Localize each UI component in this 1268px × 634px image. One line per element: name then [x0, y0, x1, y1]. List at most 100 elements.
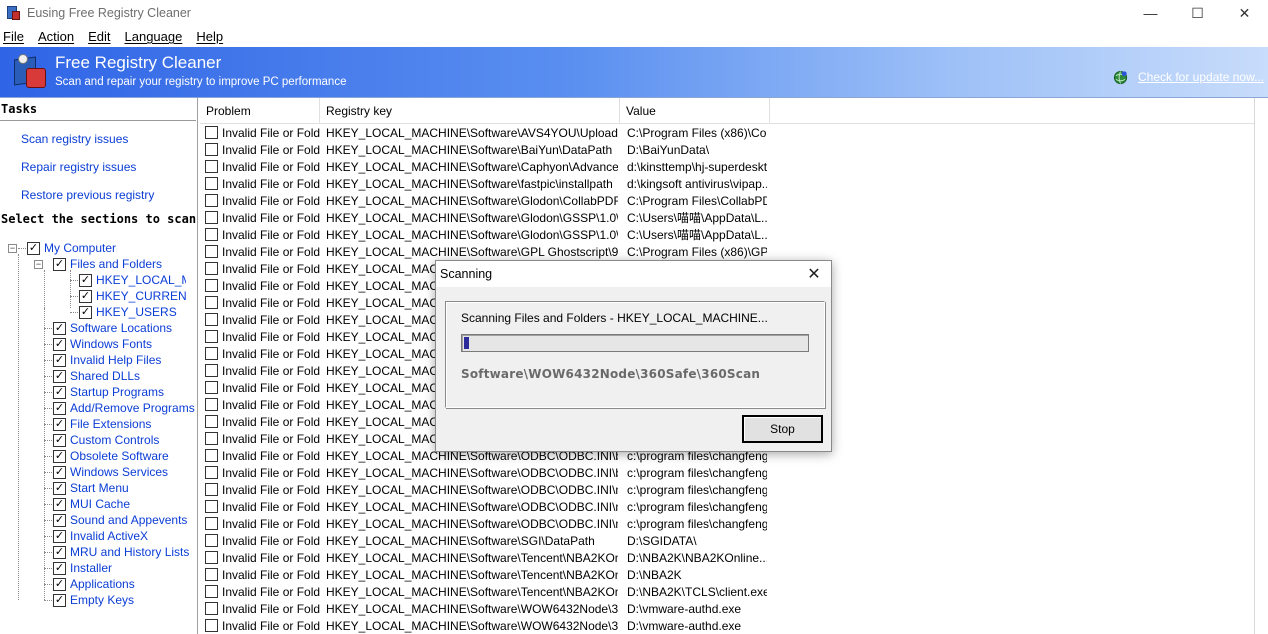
- scan-registry-link[interactable]: Scan registry issues: [21, 132, 128, 146]
- tree-item-label[interactable]: MRU and History Lists: [70, 545, 189, 559]
- close-icon[interactable]: ✕: [1221, 0, 1268, 26]
- menu-language[interactable]: Language: [125, 29, 183, 44]
- row-checkbox[interactable]: [205, 432, 218, 445]
- row-checkbox[interactable]: [205, 381, 218, 394]
- table-row[interactable]: Invalid File or Folder HKEY_LOCAL_MACHINE…: [200, 124, 1254, 141]
- row-checkbox[interactable]: [205, 551, 218, 564]
- checkbox[interactable]: ✓: [53, 353, 66, 367]
- row-checkbox[interactable]: [205, 262, 218, 275]
- row-checkbox[interactable]: [205, 483, 218, 496]
- checkbox[interactable]: ✓: [27, 241, 40, 255]
- checkbox[interactable]: ✓: [53, 561, 66, 575]
- minimize-icon[interactable]: —: [1127, 0, 1174, 26]
- tree-item-label[interactable]: Empty Keys: [70, 593, 134, 607]
- row-checkbox[interactable]: [205, 534, 218, 547]
- checkbox[interactable]: ✓: [79, 305, 92, 319]
- tree-item-label[interactable]: File Extensions: [70, 417, 151, 431]
- tree-item-label[interactable]: Applications: [70, 577, 135, 591]
- row-checkbox[interactable]: [205, 160, 218, 173]
- checkbox[interactable]: ✓: [53, 321, 66, 335]
- checkbox[interactable]: ✓: [53, 449, 66, 463]
- checkbox[interactable]: ✓: [53, 369, 66, 383]
- tree-item-label[interactable]: HKEY_LOCAL_MA: [96, 273, 186, 287]
- table-row[interactable]: Invalid File or Folder HKEY_LOCAL_MACHINE…: [200, 209, 1254, 226]
- tree-item-label[interactable]: MUI Cache: [70, 497, 130, 511]
- column-header-registry-key[interactable]: Registry key: [320, 98, 620, 124]
- row-checkbox[interactable]: [205, 143, 218, 156]
- stop-button[interactable]: Stop: [742, 415, 823, 443]
- row-checkbox[interactable]: [205, 517, 218, 530]
- table-row[interactable]: Invalid File or Folder HKEY_LOCAL_MACHINE…: [200, 226, 1254, 243]
- row-checkbox[interactable]: [205, 245, 218, 258]
- vertical-scrollbar[interactable]: [1254, 98, 1268, 634]
- tree-item-label[interactable]: Obsolete Software: [70, 449, 169, 463]
- menu-help[interactable]: Help: [196, 29, 223, 44]
- restore-registry-link[interactable]: Restore previous registry: [21, 188, 154, 202]
- tree-item-label[interactable]: Custom Controls: [70, 433, 159, 447]
- table-row[interactable]: Invalid File or Folder HKEY_LOCAL_MACHINE…: [200, 617, 1254, 634]
- tree-item-label[interactable]: Windows Fonts: [70, 337, 152, 351]
- tree-item-label[interactable]: Add/Remove Programs: [70, 401, 195, 415]
- table-row[interactable]: Invalid File or Folder HKEY_LOCAL_MACHINE…: [200, 243, 1254, 260]
- row-checkbox[interactable]: [205, 296, 218, 309]
- checkbox[interactable]: ✓: [53, 257, 66, 271]
- table-row[interactable]: Invalid File or Folder HKEY_LOCAL_MACHINE…: [200, 175, 1254, 192]
- row-checkbox[interactable]: [205, 194, 218, 207]
- row-checkbox[interactable]: [205, 568, 218, 581]
- table-row[interactable]: Invalid File or Folder HKEY_LOCAL_MACHINE…: [200, 583, 1254, 600]
- menu-action[interactable]: Action: [38, 29, 74, 44]
- tree-item-label[interactable]: Startup Programs: [70, 385, 164, 399]
- checkbox[interactable]: ✓: [79, 289, 92, 303]
- tree-item-label[interactable]: Start Menu: [70, 481, 129, 495]
- table-row[interactable]: Invalid File or Folder HKEY_LOCAL_MACHINE…: [200, 600, 1254, 617]
- checkbox[interactable]: ✓: [53, 385, 66, 399]
- table-row[interactable]: Invalid File or Folder HKEY_LOCAL_MACHINE…: [200, 498, 1254, 515]
- checkbox[interactable]: ✓: [53, 545, 66, 559]
- table-row[interactable]: Invalid File or Folder HKEY_LOCAL_MACHINE…: [200, 549, 1254, 566]
- row-checkbox[interactable]: [205, 330, 218, 343]
- row-checkbox[interactable]: [205, 415, 218, 428]
- checkbox[interactable]: ✓: [53, 481, 66, 495]
- row-checkbox[interactable]: [205, 619, 218, 632]
- table-row[interactable]: Invalid File or Folder HKEY_LOCAL_MACHINE…: [200, 481, 1254, 498]
- row-checkbox[interactable]: [205, 466, 218, 479]
- menu-file[interactable]: File: [3, 29, 24, 44]
- row-checkbox[interactable]: [205, 126, 218, 139]
- checkbox[interactable]: ✓: [53, 401, 66, 415]
- tree-item-label[interactable]: HKEY_USERS: [96, 305, 177, 319]
- row-checkbox[interactable]: [205, 347, 218, 360]
- menu-edit[interactable]: Edit: [88, 29, 110, 44]
- table-row[interactable]: Invalid File or Folder HKEY_LOCAL_MACHINE…: [200, 515, 1254, 532]
- row-checkbox[interactable]: [205, 177, 218, 190]
- tree-item-label[interactable]: Invalid ActiveX: [70, 529, 148, 543]
- column-header-value[interactable]: Value: [620, 98, 770, 124]
- tree-item-label[interactable]: Sound and Appevents: [70, 513, 187, 527]
- column-header-problem[interactable]: Problem: [200, 98, 320, 124]
- table-row[interactable]: Invalid File or Folder HKEY_LOCAL_MACHINE…: [200, 532, 1254, 549]
- row-checkbox[interactable]: [205, 313, 218, 326]
- checkbox[interactable]: ✓: [53, 577, 66, 591]
- row-checkbox[interactable]: [205, 449, 218, 462]
- table-row[interactable]: Invalid File or Folder HKEY_LOCAL_MACHINE…: [200, 158, 1254, 175]
- tree-item-label[interactable]: Invalid Help Files: [70, 353, 161, 367]
- checkbox[interactable]: ✓: [53, 433, 66, 447]
- table-row[interactable]: Invalid File or Folder HKEY_LOCAL_MACHINE…: [200, 192, 1254, 209]
- tree-item-label[interactable]: Software Locations: [70, 321, 172, 335]
- checkbox[interactable]: ✓: [53, 337, 66, 351]
- checkbox[interactable]: ✓: [53, 417, 66, 431]
- row-checkbox[interactable]: [205, 279, 218, 292]
- table-row[interactable]: Invalid File or Folder HKEY_LOCAL_MACHINE…: [200, 141, 1254, 158]
- row-checkbox[interactable]: [205, 500, 218, 513]
- row-checkbox[interactable]: [205, 228, 218, 241]
- row-checkbox[interactable]: [205, 398, 218, 411]
- table-row[interactable]: Invalid File or Folder HKEY_LOCAL_MACHINE…: [200, 566, 1254, 583]
- row-checkbox[interactable]: [205, 364, 218, 377]
- tree-item-label[interactable]: Installer: [70, 561, 112, 575]
- repair-registry-link[interactable]: Repair registry issues: [21, 160, 136, 174]
- row-checkbox[interactable]: [205, 602, 218, 615]
- checkbox[interactable]: ✓: [53, 497, 66, 511]
- tree-item-label[interactable]: Files and Folders: [70, 257, 162, 271]
- globe-update-icon[interactable]: [1113, 70, 1128, 85]
- tree-item-label[interactable]: My Computer: [44, 241, 116, 255]
- collapse-icon[interactable]: −: [8, 244, 17, 253]
